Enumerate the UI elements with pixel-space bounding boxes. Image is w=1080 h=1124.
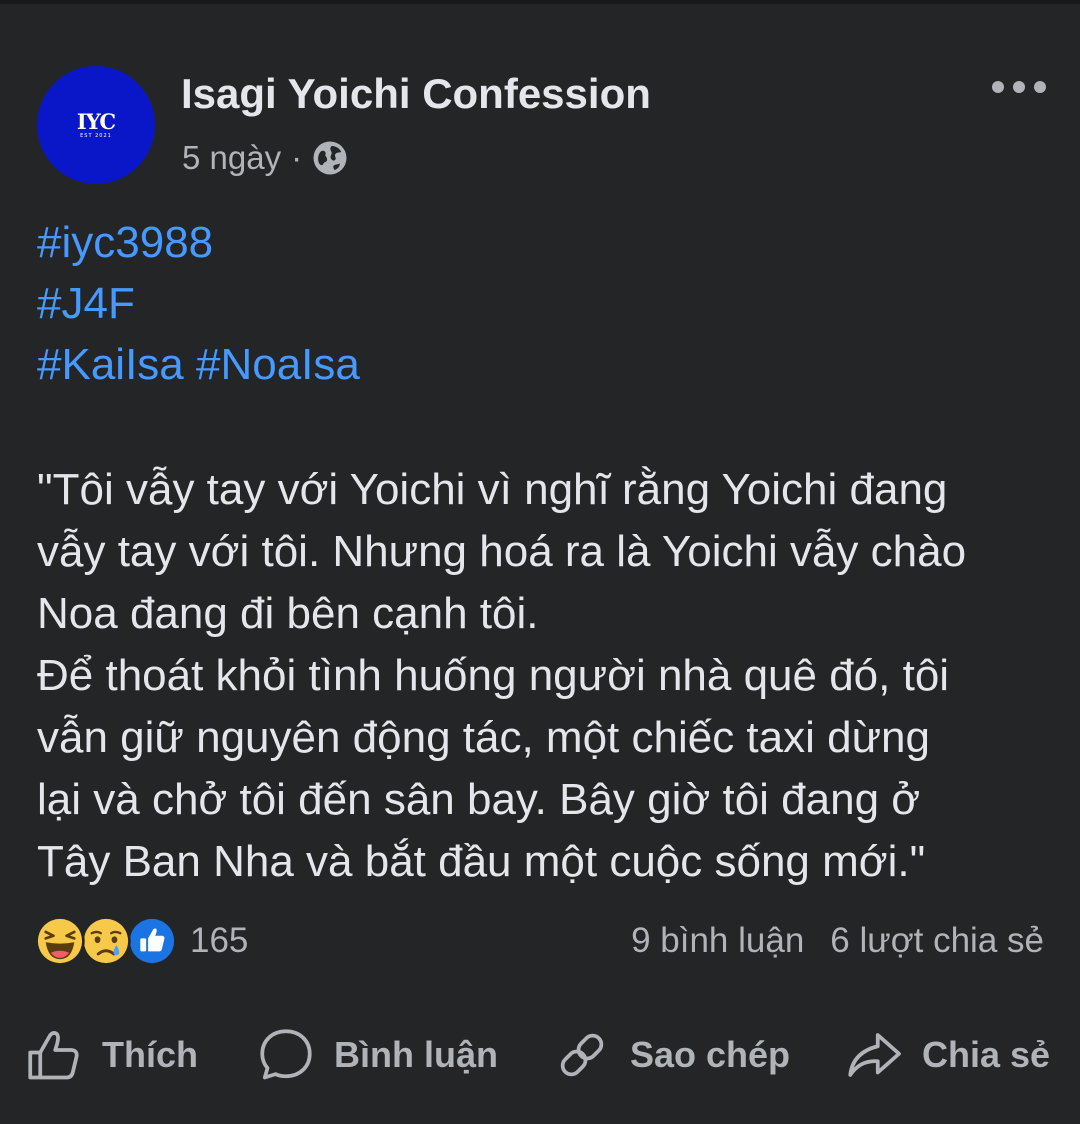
copy-link-button[interactable]: Sao chép: [552, 1022, 790, 1088]
meta-separator: ·: [291, 139, 303, 176]
more-dot-icon: [1034, 81, 1046, 93]
post-meta: 5 ngày ·: [182, 136, 348, 180]
reactions-summary[interactable]: 165: [34, 914, 248, 968]
post-body-line: Để thoát khỏi tình huống người nhà quê đ…: [37, 651, 950, 700]
page-avatar[interactable]: IYC EST 2021: [37, 66, 155, 184]
reaction-count: 165: [190, 921, 249, 960]
avatar-logo-subtext: EST 2021: [80, 132, 112, 139]
post-body-line: "Tôi vẫy tay với Yoichi vì nghĩ rằng Yoi…: [37, 465, 948, 514]
post-body-line: Noa đang đi bên cạnh tôi.: [37, 589, 539, 638]
globe-icon[interactable]: [312, 140, 348, 176]
share-button[interactable]: Chia sẻ: [844, 1022, 1050, 1088]
comment-bubble-icon: [260, 1029, 312, 1080]
hashtag-line[interactable]: #J4F: [37, 273, 360, 334]
post-body-line: lại và chở tôi đến sân bay. Bây giờ tôi …: [37, 775, 921, 824]
copy-label: Sao chép: [630, 1034, 791, 1075]
thumbs-up-icon: [28, 1031, 79, 1080]
link-icon: [560, 1033, 604, 1077]
comments-count[interactable]: 9 bình luận: [631, 921, 804, 961]
like-button[interactable]: Thích: [24, 1022, 198, 1088]
like-icon: [127, 916, 177, 966]
post-time[interactable]: 5 ngày: [182, 139, 281, 177]
more-dot-icon: [1013, 81, 1025, 93]
haha-icon: [35, 916, 85, 966]
shares-count[interactable]: 6 lượt chia sẻ: [830, 921, 1044, 961]
hashtag-line[interactable]: #iyc3988: [37, 212, 360, 273]
top-divider: [0, 0, 1080, 4]
like-label: Thích: [102, 1034, 198, 1075]
post-body-line: vẫy tay với tôi. Nhưng hoá ra là Yoichi …: [37, 527, 967, 576]
post-body-line: Tây Ban Nha và bắt đầu một cuộc sống mới…: [37, 837, 926, 886]
share-label: Chia sẻ: [922, 1034, 1051, 1075]
more-dot-icon: [992, 81, 1004, 93]
comment-label: Bình luận: [334, 1034, 498, 1075]
page-name[interactable]: Isagi Yoichi Confession: [181, 70, 651, 118]
more-options-button[interactable]: [992, 72, 1046, 102]
post-body-line: vẫn giữ nguyên động tác, một chiếc taxi …: [37, 713, 930, 762]
engagement-stats: 9 bình luận 6 lượt chia sẻ: [631, 914, 1044, 968]
sad-icon: [81, 916, 131, 966]
avatar-logo-text: IYC: [76, 108, 116, 134]
hashtag-block: #iyc3988 #J4F #KaiIsa #NoaIsa: [37, 212, 360, 395]
hashtag-line[interactable]: #KaiIsa #NoaIsa: [37, 334, 360, 395]
comment-button[interactable]: Bình luận: [256, 1022, 498, 1088]
action-bar: Thích Bình luận Sao chép Chia sẻ: [0, 1022, 1080, 1088]
post-body: "Tôi vẫy tay với Yoichi vì nghĩ rằng Yoi…: [37, 459, 1057, 893]
share-arrow-icon: [848, 1033, 901, 1077]
